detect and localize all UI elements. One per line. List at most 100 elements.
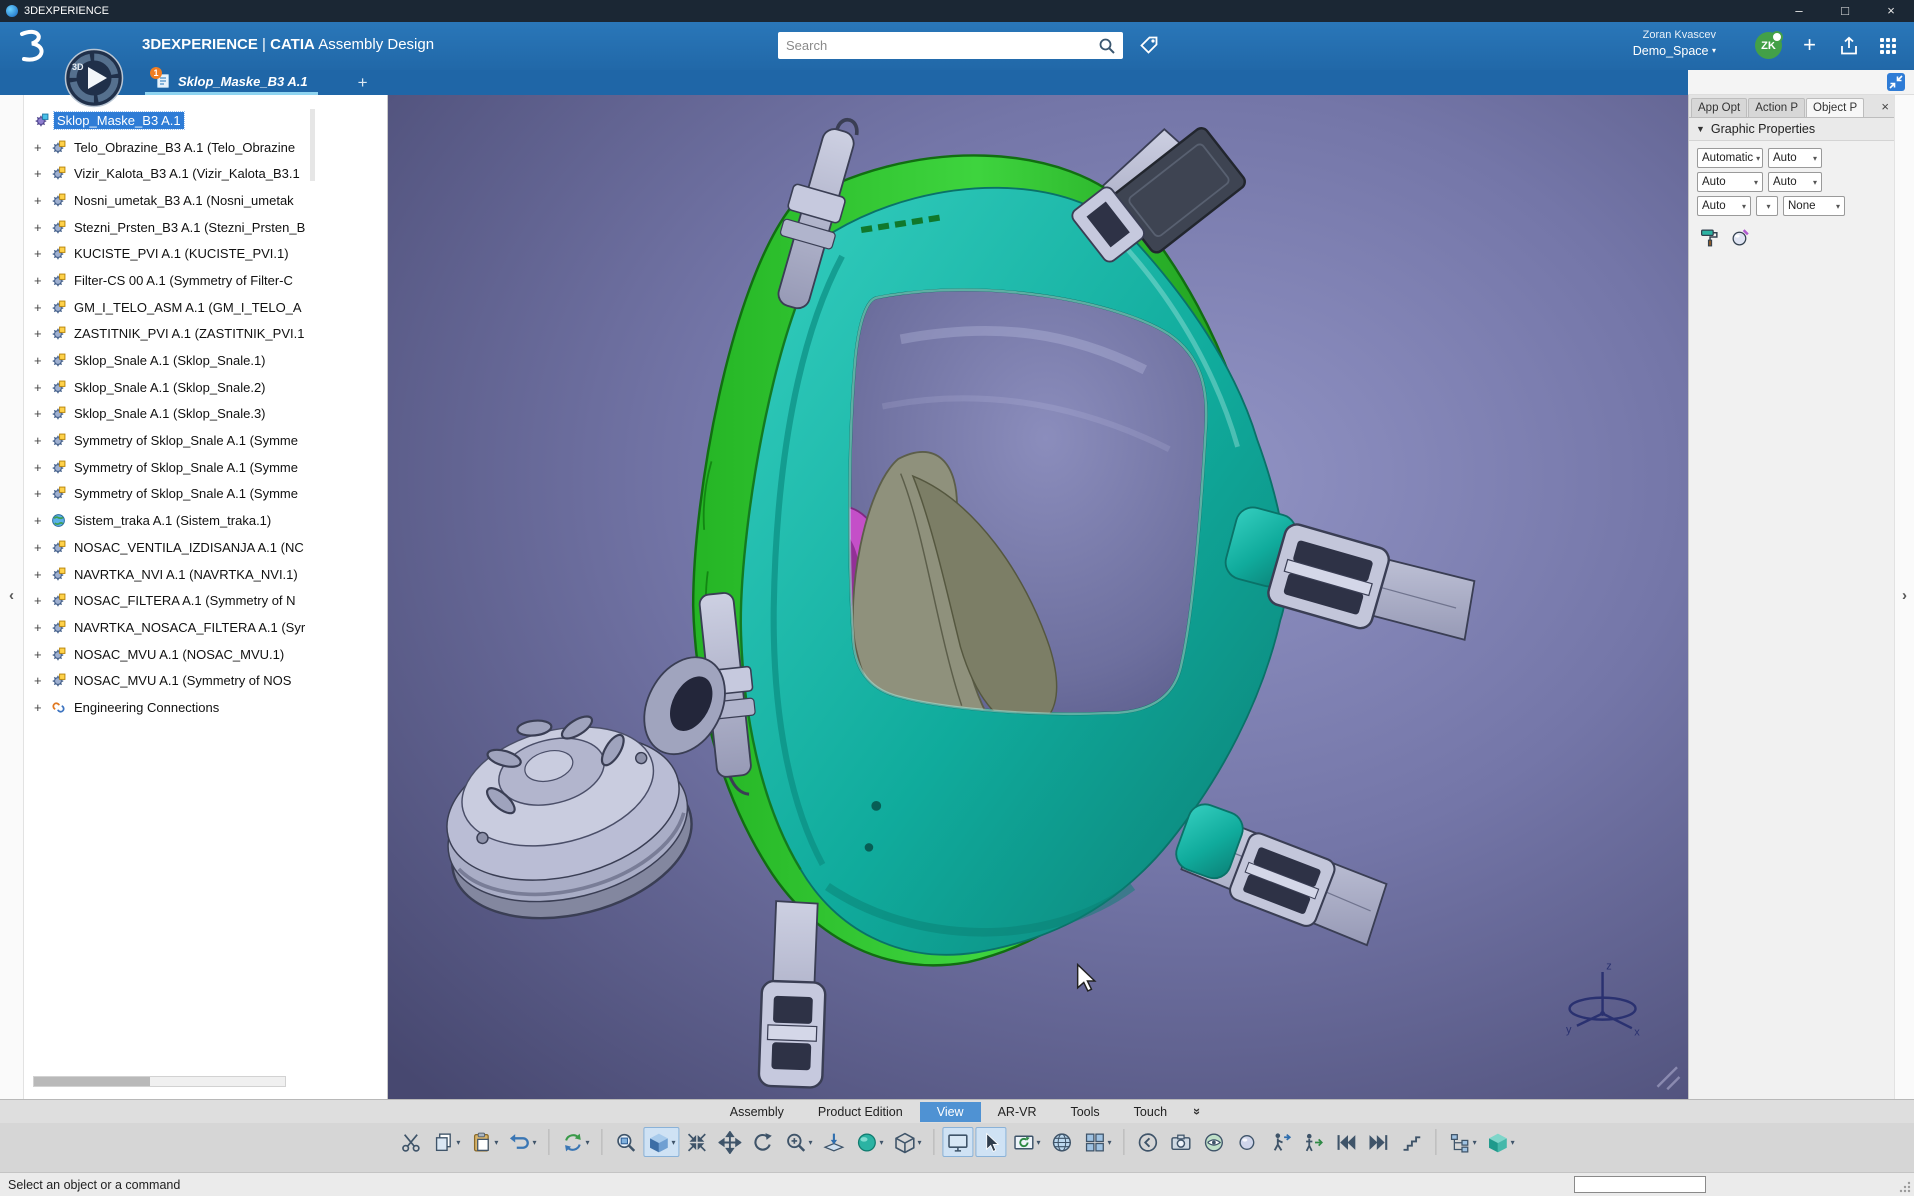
expander-icon[interactable]: +	[34, 593, 51, 608]
dropdown-caret-icon[interactable]: ▾	[671, 1138, 675, 1147]
tree-item[interactable]: +NOSAC_MVU A.1 (Symmetry of NOS	[24, 667, 387, 694]
dropdown-caret-icon[interactable]: ▾	[1473, 1138, 1477, 1147]
render-style-button[interactable]	[1047, 1127, 1078, 1157]
paste-button[interactable]: ▾	[466, 1127, 502, 1157]
avatar[interactable]: ZK	[1755, 32, 1782, 59]
panel-tab-object-p[interactable]: Object P	[1806, 98, 1864, 117]
expander-icon[interactable]: +	[34, 353, 51, 368]
dropdown-caret-icon[interactable]: ▾	[585, 1138, 589, 1147]
expander-icon[interactable]: +	[34, 513, 51, 528]
go-to-end-button[interactable]	[1364, 1127, 1395, 1157]
expander-icon[interactable]: +	[34, 647, 51, 662]
graphic-property-select[interactable]: Auto▾	[1768, 148, 1822, 168]
update-button[interactable]: ▾	[557, 1127, 593, 1157]
tree-item[interactable]: +NAVRTKA_NVI A.1 (NAVRTKA_NVI.1)	[24, 561, 387, 588]
tree-vertical-scrollbar[interactable]	[310, 109, 315, 181]
window-resize-grip[interactable]	[1899, 1181, 1911, 1193]
expander-icon[interactable]: +	[34, 300, 51, 315]
graphic-property-select[interactable]: None▾	[1783, 196, 1845, 216]
expander-icon[interactable]: +	[34, 673, 51, 688]
capture-button[interactable]	[1166, 1127, 1197, 1157]
previous-view-button[interactable]	[1133, 1127, 1164, 1157]
expander-icon[interactable]: +	[34, 486, 51, 501]
dropdown-caret-icon[interactable]: ▾	[456, 1138, 460, 1147]
copy-button[interactable]: ▾	[428, 1127, 464, 1157]
split-view-button[interactable]: ▾	[1080, 1127, 1116, 1157]
graphic-property-select[interactable]: Auto▾	[1768, 172, 1822, 192]
ribbon-overflow-icon[interactable]: »	[1190, 1108, 1205, 1115]
expander-icon[interactable]: +	[34, 700, 51, 715]
tree-item[interactable]: +Sklop_Snale A.1 (Sklop_Snale.1)	[24, 347, 387, 374]
expander-icon[interactable]: +	[34, 273, 51, 288]
walk-button[interactable]	[1265, 1127, 1296, 1157]
expander-icon[interactable]: +	[34, 193, 51, 208]
add-content-button[interactable]: +	[1803, 33, 1816, 57]
collapse-window-icon[interactable]	[1886, 72, 1906, 92]
tree-item[interactable]: +Nosni_umetak_B3 A.1 (Nosni_umetak	[24, 187, 387, 214]
collapse-right-panel-chevron[interactable]: ›	[1895, 587, 1914, 604]
cut-button[interactable]	[395, 1127, 426, 1157]
tree-item[interactable]: Sklop_Maske_B3 A.1	[24, 107, 387, 134]
fit-all-in-button[interactable]	[610, 1127, 641, 1157]
graphic-property-select[interactable]: Auto▾	[1697, 196, 1751, 216]
ribbon-tab-product-edition[interactable]: Product Edition	[801, 1102, 920, 1122]
ribbon-tab-assembly[interactable]: Assembly	[713, 1102, 801, 1122]
material-sphere-icon[interactable]	[1730, 227, 1751, 253]
3d-viewport[interactable]: z x y	[388, 95, 1688, 1099]
apps-grid-icon[interactable]	[1878, 36, 1898, 56]
expander-icon[interactable]: +	[34, 540, 51, 555]
iso-view-button[interactable]: ▾	[643, 1127, 679, 1157]
reframe-button[interactable]	[681, 1127, 712, 1157]
rotate-button[interactable]	[747, 1127, 778, 1157]
design-mode-button[interactable]: ▾	[1445, 1127, 1481, 1157]
maximize-button[interactable]: □	[1822, 0, 1868, 22]
normal-view-button[interactable]	[819, 1127, 850, 1157]
document-tab[interactable]: 1 Sklop_Maske_B3 A.1	[145, 70, 318, 95]
section-collapse-icon[interactable]: ▼	[1696, 124, 1705, 134]
tree-item[interactable]: +KUCISTE_PVI A.1 (KUCISTE_PVI.1)	[24, 240, 387, 267]
share-icon[interactable]	[1838, 35, 1860, 57]
panel-tab-action-p[interactable]: Action P	[1748, 98, 1805, 117]
refresh-display-button[interactable]: ▾	[1009, 1127, 1045, 1157]
3dexperience-compass-icon[interactable]: 3D	[64, 48, 124, 108]
ribbon-tab-view[interactable]: View	[920, 1102, 981, 1122]
tree-item[interactable]: +Vizir_Kalota_B3 A.1 (Vizir_Kalota_B3.1	[24, 160, 387, 187]
examine-button[interactable]	[1232, 1127, 1263, 1157]
dropdown-caret-icon[interactable]: ▾	[1108, 1138, 1112, 1147]
pan-button[interactable]	[714, 1127, 745, 1157]
tree-item[interactable]: +NOSAC_VENTILA_IZDISANJA A.1 (NC	[24, 534, 387, 561]
collapse-left-panel-chevron[interactable]: ‹	[0, 587, 23, 604]
close-button[interactable]: ×	[1868, 0, 1914, 22]
tree-item[interactable]: +ZASTITNIK_PVI A.1 (ZASTITNIK_PVI.1	[24, 321, 387, 348]
full-screen-button[interactable]	[943, 1127, 974, 1157]
panel-tab-app-opt[interactable]: App Opt	[1691, 98, 1747, 117]
tree-item[interactable]: +Filter-CS 00 A.1 (Symmetry of Filter-C	[24, 267, 387, 294]
ribbon-tab-tools[interactable]: Tools	[1053, 1102, 1116, 1122]
tree-horizontal-scrollbar[interactable]	[33, 1076, 286, 1087]
scrollbar-thumb[interactable]	[34, 1077, 150, 1086]
tree-item[interactable]: +Engineering Connections	[24, 694, 387, 721]
zoom-button[interactable]: ▾	[780, 1127, 816, 1157]
dropdown-caret-icon[interactable]: ▾	[494, 1138, 498, 1147]
explore-button[interactable]	[1199, 1127, 1230, 1157]
select-mode-button[interactable]	[976, 1127, 1007, 1157]
expander-icon[interactable]: +	[34, 326, 51, 341]
expander-icon[interactable]: +	[34, 246, 51, 261]
view-modes-button[interactable]: ▾	[890, 1127, 926, 1157]
expander-icon[interactable]: +	[34, 220, 51, 235]
tree-item[interactable]: +Stezni_Prsten_B3 A.1 (Stezni_Prsten_B	[24, 214, 387, 241]
expander-icon[interactable]: +	[34, 620, 51, 635]
dropdown-caret-icon[interactable]: ▾	[1511, 1138, 1515, 1147]
tag-icon[interactable]	[1138, 34, 1160, 56]
color-swatch-dropdown[interactable]: ▾	[1756, 196, 1778, 216]
tree-item[interactable]: +Telo_Obrazine_B3 A.1 (Telo_Obrazine	[24, 134, 387, 161]
fly-button[interactable]	[1298, 1127, 1329, 1157]
expander-icon[interactable]: +	[34, 406, 51, 421]
tree-item[interactable]: +GM_I_TELO_ASM A.1 (GM_I_TELO_A	[24, 294, 387, 321]
paint-roller-icon[interactable]	[1699, 227, 1720, 253]
ribbon-tab-ar-vr[interactable]: AR-VR	[981, 1102, 1054, 1122]
dropdown-caret-icon[interactable]: ▾	[1037, 1138, 1041, 1147]
tree-item[interactable]: +NOSAC_FILTERA A.1 (Symmetry of N	[24, 587, 387, 614]
go-to-start-button[interactable]	[1331, 1127, 1362, 1157]
tree-item[interactable]: +Symmetry of Sklop_Snale A.1 (Symme	[24, 481, 387, 508]
